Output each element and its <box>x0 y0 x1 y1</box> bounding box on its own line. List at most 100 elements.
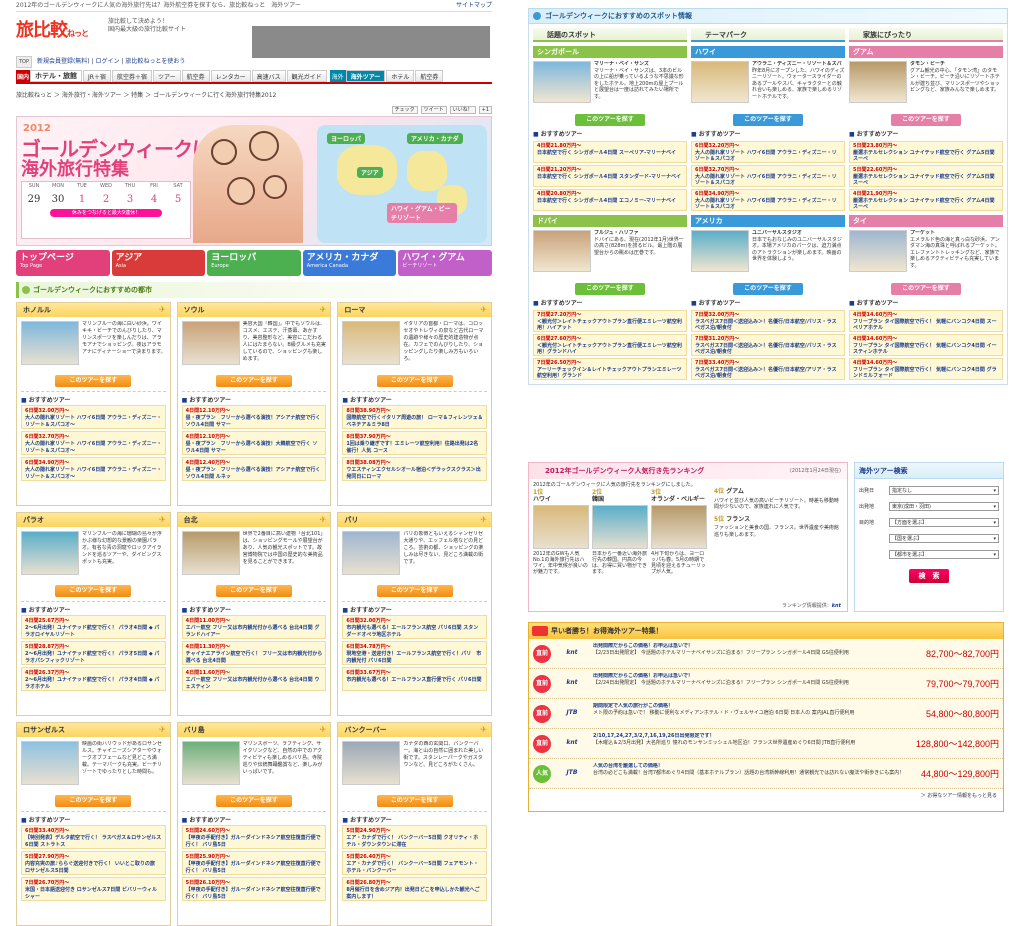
ranking-item[interactable]: 4位 グアム <box>714 488 843 496</box>
city-name[interactable]: 台北 <box>177 513 331 527</box>
tour-item[interactable]: 4日間25.67万円〜 2〜6月出発！ユナイテッド航空で行く！ パラオ4日間 ◆ … <box>21 615 166 639</box>
find-tour-button[interactable]: このツアーを探す <box>376 795 453 807</box>
sitemap-link[interactable]: サイトマップ <box>456 0 492 12</box>
tour-item[interactable]: 4日間21.90万円〜 厳選ホテルセレクション ユナイテッド航空で行く グアム4日… <box>849 189 1003 211</box>
deal-row[interactable]: 直前 JTB 期間限定で人気の旅行がこの価格！ メト限の予約は急いで！ 移動に便利なメ… <box>529 699 1003 729</box>
find-tour-button[interactable]: このツアーを探す <box>575 114 645 126</box>
ranking-item[interactable]: 2位 韓国 日本から一番近い海外旅行先の韓国。円高の今は、お得に買い物ができます。 <box>592 489 648 585</box>
tour-item[interactable]: 5日間25.90万円〜 【甲夜の手配付き】ガルーダインドネシア航空往復直行便で行く… <box>181 851 327 875</box>
tour-item[interactable]: 4日間12.10万円〜 昼・夜プラン フリーから選べる演技！大韓航空で行く ソウル… <box>181 431 327 455</box>
ranking-item[interactable]: 5位 フランス <box>714 516 843 524</box>
city-photo[interactable] <box>342 741 401 785</box>
site-logo[interactable]: 旅比較ねっと <box>16 16 89 42</box>
city-photo[interactable] <box>342 321 401 365</box>
tour-item[interactable]: 7日間27.20万円〜 ＜観光付＞レイトチェックアウトプラン直行便エミレーツ航空利… <box>533 310 687 332</box>
tour-item[interactable]: 8日間38.08万円〜 ウエスティンエクセルシオール宿泊＜デラックスクラス＞出発同… <box>342 457 487 481</box>
help-link[interactable]: 旅比較ねっとを使おう <box>125 58 185 65</box>
tour-item[interactable]: 4日間14.60万円〜 フリープラン タイ国際航空で行く！ 気軽にバンコク4日間 … <box>849 358 1003 380</box>
deal-row[interactable]: 直前 knt 2/10,17,24,27,3/2,7,16,19,26日出発限定です… <box>529 729 1003 759</box>
tour-item[interactable]: 4日間12.40万円〜 昼・夜プラン フリーから選べる演技！アシアナ航空で行く ソ… <box>181 457 327 481</box>
find-tour-button[interactable]: このツアーを探す <box>55 375 132 387</box>
city-name[interactable]: ローマ <box>338 303 491 317</box>
spot-photo[interactable] <box>533 230 591 272</box>
like-button[interactable]: いいね！ <box>449 106 476 114</box>
tour-item[interactable]: 5日間28.87万円〜 2〜6月出発！ユナイテッド航空で行く！ パラオ5日間 ◆ … <box>21 641 166 665</box>
tour-item[interactable]: 4日間14.60万円〜 フリープラン タイ国際航空で行く！ 気軽にバンコク4日間 … <box>849 310 1003 332</box>
search-select[interactable]: 【都市を選ぶ】 <box>889 549 999 559</box>
nav-item-guide[interactable]: 観光ガイド <box>286 70 327 82</box>
find-tour-button[interactable]: このツアーを探す <box>376 375 453 387</box>
city-name[interactable]: バンクーバー <box>338 723 491 737</box>
deals-more-link[interactable]: ＞ お得なツアー情報をもっと見る <box>529 789 1003 802</box>
tour-item[interactable]: 6日間33.67万円〜 市内観光も選べる！エールフランス直行便で行く パリ6日間 <box>342 667 487 691</box>
ranking-photo[interactable] <box>651 505 707 549</box>
tour-item[interactable]: 7日間26.70万円〜 米国・日本語送迎付き ロサンゼルス7日間 ビバリーウィルシ… <box>21 877 166 901</box>
search-button[interactable]: 検 索 <box>909 569 949 583</box>
city-photo[interactable] <box>21 321 79 365</box>
spot-photo[interactable] <box>691 230 749 272</box>
tour-item[interactable]: 6日間34.90万円〜 大人の隠れ家リゾート ハワイ6日間 アウラニ・ディズニー・… <box>21 457 166 481</box>
tour-item[interactable]: 5日間23.80万円〜 厳選ホテルセレクション ユナイテッド航空で行く グアム5日… <box>849 141 1003 163</box>
search-select[interactable]: 指定なし <box>889 485 999 495</box>
plusone-button[interactable]: +1 <box>478 106 492 114</box>
find-tour-button[interactable]: このツアーを探す <box>891 114 961 126</box>
map-tag-asia[interactable]: アジア <box>357 167 383 178</box>
tour-item[interactable]: 8日間37.90万円〜 1回は乗り継ぎです！エミレーツ航空利用！往路出発は2名催行… <box>342 431 487 455</box>
tour-item[interactable]: 6日間33.40万円〜 【特別発表】デルタ航空で行く！ ラスベガス＆ロサンゼルス6… <box>21 825 166 849</box>
spot-photo[interactable] <box>691 61 749 103</box>
spot-destination[interactable]: ハワイ <box>691 46 845 58</box>
city-photo[interactable] <box>342 531 401 575</box>
tour-item[interactable]: 4日間11.60万円〜 エバー航空 フリー又は市内観光付から選べる 台北4日間 ウ… <box>181 667 327 691</box>
find-tour-button[interactable]: このツアーを探す <box>733 283 803 295</box>
breadcrumb[interactable]: 旅比較ねっと ＞ 海外旅行・海外ツアー ＞ 特集 ＞ ゴールデンウィークに行く海… <box>16 90 492 102</box>
find-tour-button[interactable]: このツアーを探す <box>376 585 453 597</box>
ad-banner[interactable] <box>252 26 490 58</box>
tour-item[interactable]: 7日間33.40万円〜 ラスベガス7日間＜送迎込み＞！名優行/日本航空/アリア・ラ… <box>691 358 845 380</box>
tour-item[interactable]: 6日間34.78万円〜 現地空港・送迎付き！エールフランス航空で行く！パリ 市内観… <box>342 641 487 665</box>
login-link[interactable]: ログイン <box>95 58 119 65</box>
nav-item-rentacar[interactable]: レンタカー <box>210 70 251 82</box>
map-tag-europe[interactable]: ヨーロッパ <box>327 133 366 144</box>
city-photo[interactable] <box>21 741 79 785</box>
tour-item[interactable]: 7日間31.20万円〜 ラスベガス7日間＜送迎込み＞！名優行/日本航空/パリス・ラ… <box>691 334 845 356</box>
tour-item[interactable]: 7日間32.00万円〜 ラスベガス7日間＜送迎込み＞！名優行/日本航空/パリス・ラ… <box>691 310 845 332</box>
find-tour-button[interactable]: このツアーを探す <box>733 114 803 126</box>
tour-item[interactable]: 4日間12.10万円〜 昼・夜プラン フリーから選べる演技！アシアナ航空で行く ソ… <box>181 405 327 429</box>
map-tag-america[interactable]: アメリカ・カナダ <box>407 133 463 144</box>
tab-hawaii[interactable]: ハワイ・グアム ビーチリゾート <box>398 250 492 276</box>
ranking-item[interactable]: 3位 オランダ・ベルギー 4月下旬からは、ヨーロッパも春。5月の時期で見頃を迎えるチ… <box>651 489 707 585</box>
tab-america[interactable]: アメリカ・カナダ America Canada <box>302 250 397 276</box>
map-tag-hawaii[interactable]: ハワイ・グアム・ビーチリゾート <box>387 203 457 223</box>
find-tour-button[interactable]: このツアーを探す <box>575 283 645 295</box>
tour-item[interactable]: 6日間32.20万円〜 大人の隠れ家リゾート ハワイ6日間 アウラニ・ディズニー・… <box>691 141 845 163</box>
tour-item[interactable]: 4日間21.20万円〜 日本航空で行く シンガポール4日間 スタンダード-マリーナ… <box>533 165 687 187</box>
tour-item[interactable]: 4日間21.80万円〜 日本航空で行く シンガポール4日間 スーペリア-マリーナベ… <box>533 141 687 163</box>
tour-item[interactable]: 4日間20.80万円〜 日本航空で行く シンガポール4日間 エコノミー-マリーナベ… <box>533 189 687 211</box>
tour-item[interactable]: 7日間26.50万円〜 アーリーチェックイン＆レイトチェックアウトプランエミレーツ… <box>533 358 687 380</box>
deal-row[interactable]: 人気 JTB 人気の台湾を厳選しての価格！ 台湾の必どこも満載！台湾7都市めぐり4日間… <box>529 759 1003 789</box>
tour-item[interactable]: 4日間11.00万円〜 エバー航空 フリー又は市内観光付から選べる 台北4日間 グ… <box>181 615 327 639</box>
spot-destination[interactable]: シンガポール <box>533 46 687 58</box>
nav-item-hotel[interactable]: ホテル・旅館 <box>30 70 82 82</box>
tab-top[interactable]: トップページ Top Page <box>16 250 110 276</box>
city-name[interactable]: ホノルル <box>17 303 170 317</box>
tour-item[interactable]: 6日間32.00万円〜 市内観光も選べる！エールフランス航空 パリ6日間 スタンダ… <box>342 615 487 639</box>
find-tour-button[interactable]: このツアーを探す <box>55 585 132 597</box>
tour-item[interactable]: 6日間27.60万円〜 ＜観光付＞レイトチェックアウトプラン直行便エミレーツ航空利… <box>533 334 687 356</box>
spot-photo[interactable] <box>533 61 591 103</box>
tour-item[interactable]: 5日間24.60万円〜 【甲夜の手配付き】ガルーダインドネシア航空往復直行便で行く… <box>181 825 327 849</box>
spot-destination[interactable]: グアム <box>849 46 1003 58</box>
tour-item[interactable]: 6日間32.70万円〜 大人の隠れ家リゾート ハワイ6日間 アウラニ・ディズニー・… <box>691 165 845 187</box>
tour-item[interactable]: 5日間27.90万円〜 内容充実の旅♪ららぐ送迎付きで行く！ いいとこ取りの旅 ロ… <box>21 851 166 875</box>
spot-destination[interactable]: アメリカ <box>691 215 845 227</box>
tour-item[interactable]: 6日間32.70万円〜 大人の隠れ家リゾート ハワイ6日間 アウラニ・ディズニー・… <box>21 431 166 455</box>
ranking-item[interactable]: 1位 ハワイ 2012年のGWも人気No.1の海外旅行先はハワイ。年中気候が良いのが… <box>533 489 589 585</box>
city-photo[interactable] <box>181 321 240 365</box>
city-photo[interactable] <box>21 531 79 575</box>
spot-destination[interactable]: タイ <box>849 215 1003 227</box>
city-name[interactable]: パリ <box>338 513 491 527</box>
search-select[interactable]: 【方面を選ぶ】 <box>889 517 999 527</box>
find-tour-button[interactable]: このツアーを探す <box>215 585 292 597</box>
nav-item-bus[interactable]: 高速バス <box>251 70 286 82</box>
city-photo[interactable] <box>181 531 240 575</box>
